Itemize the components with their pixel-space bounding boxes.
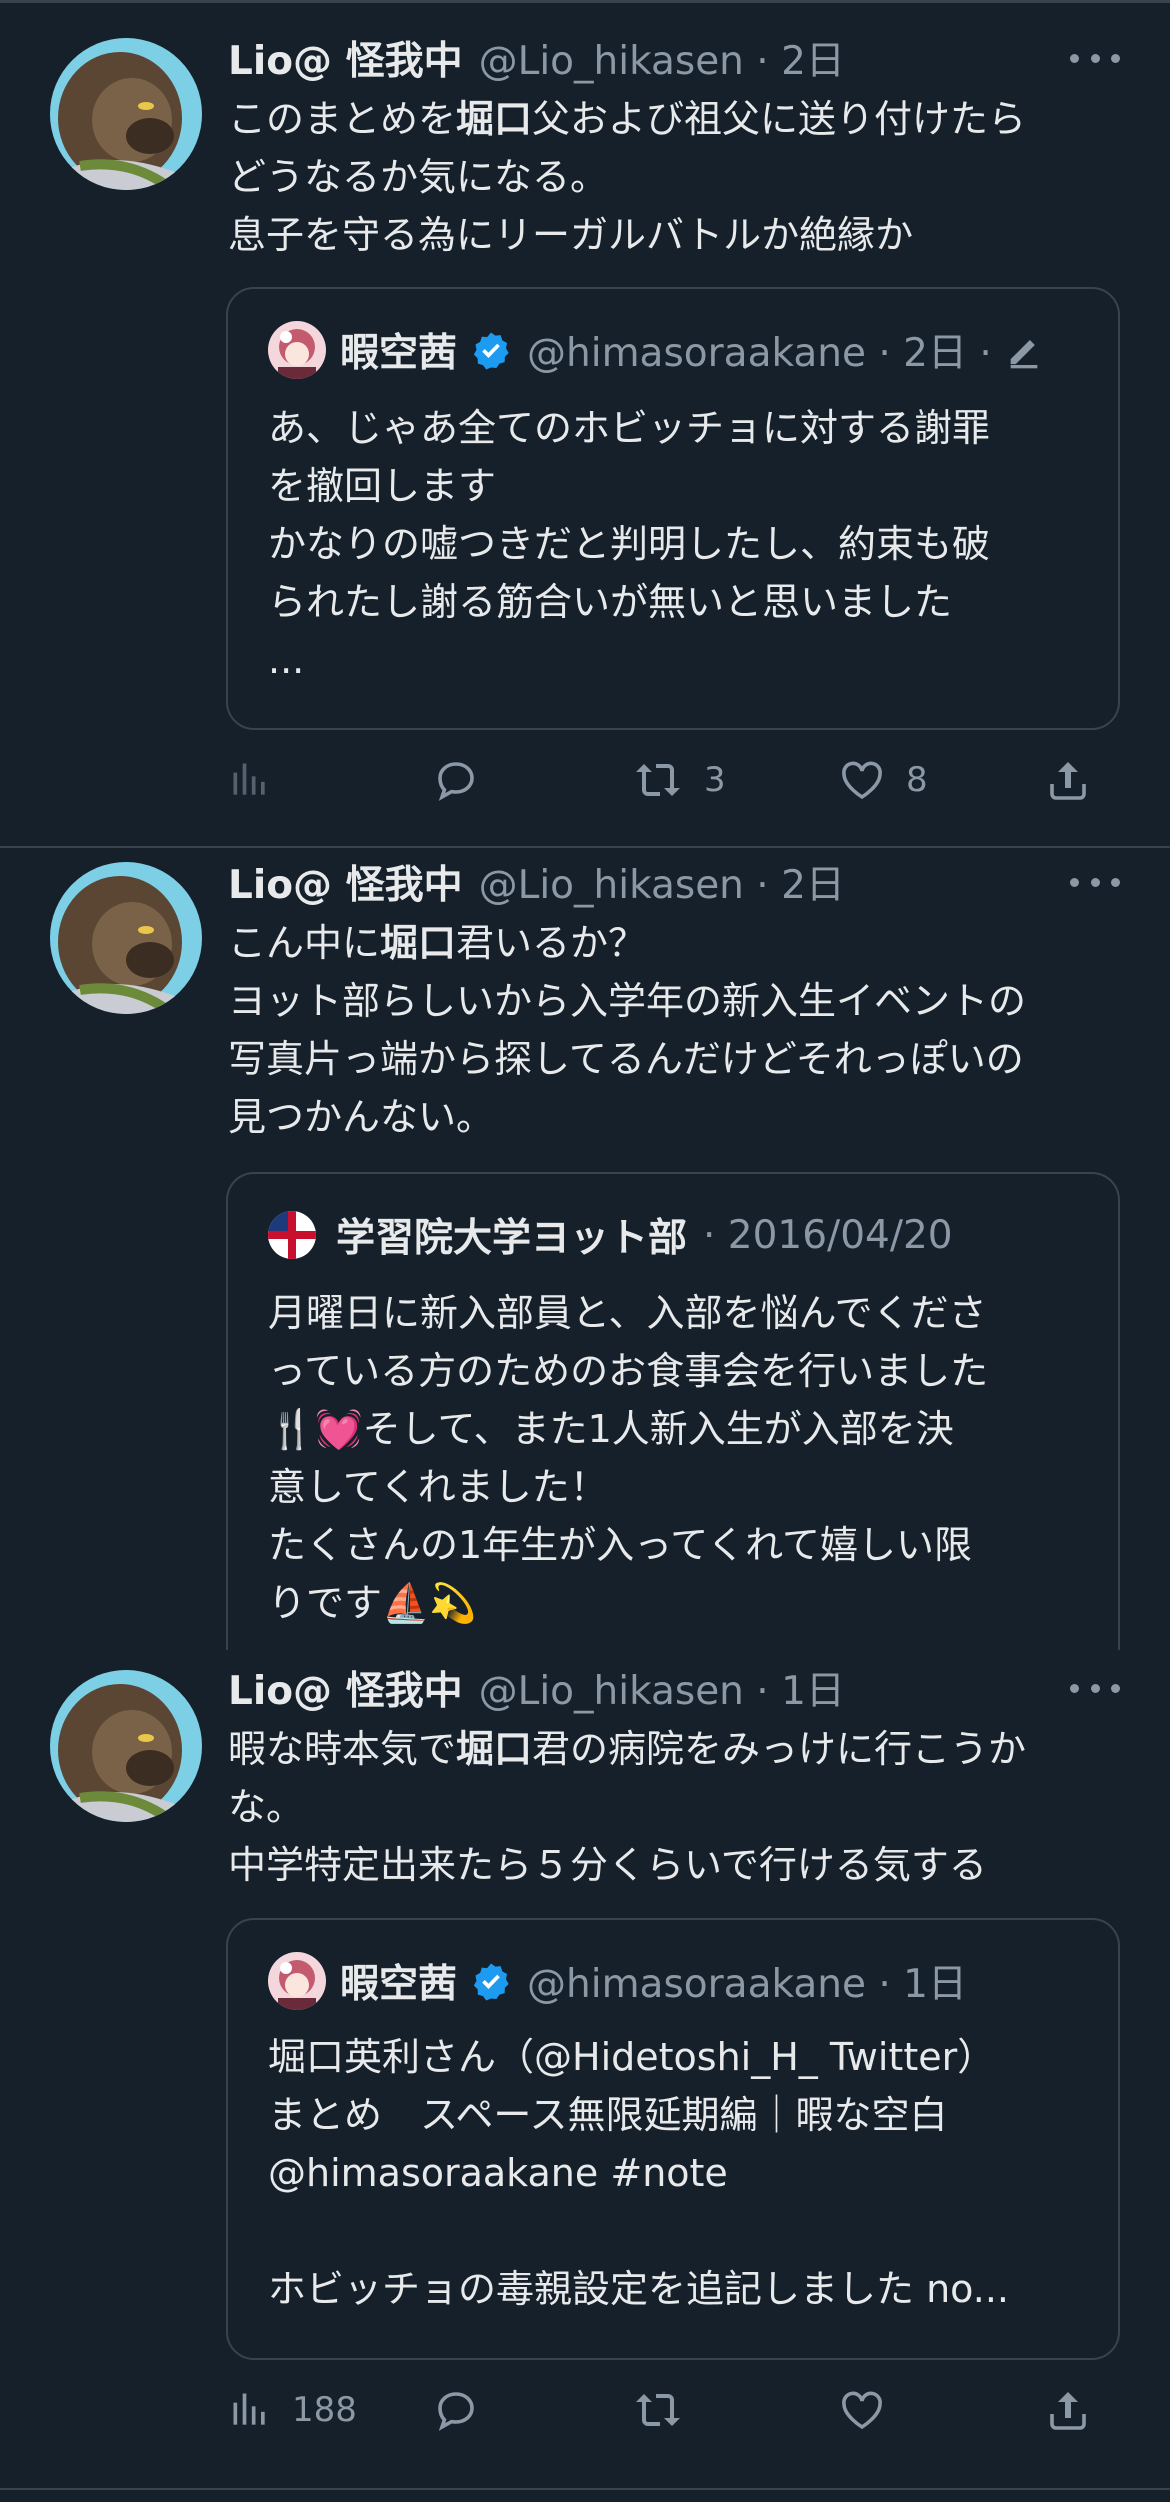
heart-icon <box>842 2391 882 2430</box>
quote-header: 暇空茜 @himasoraakane · 2日 · <box>268 319 1044 381</box>
tweet[interactable]: Lio@ 怪我中 @Lio_hikasen · 1日 暇な時本気で堀口君の病院を… <box>0 1650 1170 2502</box>
retweet-button[interactable]: 3 <box>632 750 726 810</box>
share-icon <box>1050 2392 1086 2430</box>
views-count: 188 <box>292 2390 357 2430</box>
quote-author-handle: @himasoraakane · 1日 <box>527 1962 967 2007</box>
avatar <box>268 1952 326 2010</box>
tweet-text: こん中に堀口君いるか？ ヨット部らしいから入学年の新入生イベントの 写真片っ端か… <box>228 921 1027 1139</box>
reply-icon <box>438 2392 474 2431</box>
verified-badge-icon <box>471 330 511 370</box>
quote-author-name: 暇空茜 <box>340 331 458 376</box>
avatar[interactable] <box>50 862 202 1014</box>
quoted-tweet[interactable]: 暇空茜 @himasoraakane · 2日 · あ、じゃあ全てのホビッチョに… <box>226 287 1120 730</box>
views-icon <box>233 763 265 795</box>
more-options-icon[interactable] <box>1070 48 1120 68</box>
reply-button[interactable] <box>432 750 480 810</box>
lion-avatar-image <box>50 862 202 1014</box>
share-icon <box>1050 762 1086 800</box>
avatar[interactable] <box>50 1670 202 1822</box>
flag-icon <box>268 1211 316 1259</box>
quote-author-name: 暇空茜 <box>340 1962 458 2007</box>
tweet[interactable]: Lio@ 怪我中 @Lio_hikasen · 2日 こん中に堀口君いるか？ ヨ… <box>0 848 1170 1652</box>
lion-avatar-image <box>50 38 202 190</box>
like-button[interactable] <box>838 2380 886 2440</box>
author-name[interactable]: Lio@ 怪我中 <box>228 30 463 86</box>
quoted-tweet[interactable]: 学習院大学ヨット部 · 2016/04/20 月曜日に新入部員と、入部を悩んでく… <box>226 1172 1120 1652</box>
author-handle[interactable]: @Lio_hikasen · 2日 <box>479 854 845 910</box>
tweet-header: Lio@ 怪我中 @Lio_hikasen · 2日 <box>228 28 845 88</box>
quote-date: · 2016/04/20 <box>703 1212 953 1258</box>
author-handle[interactable]: @Lio_hikasen · 1日 <box>479 1660 845 1716</box>
tweet[interactable]: Lio@ 怪我中 @Lio_hikasen · 2日 このまとめを堀口父および祖… <box>0 0 1170 846</box>
retweet-icon <box>636 2394 680 2426</box>
lion-avatar-image <box>50 1670 202 1822</box>
more-options-icon[interactable] <box>1070 872 1120 892</box>
tweet-actions: 3 8 <box>228 750 1128 810</box>
quote-text: あ、じゃあ全てのホビッチョに対する謝罪 を撤回します かなりの嘘つきだと判明した… <box>268 406 991 682</box>
tweet-text: 暇な時本気で堀口君の病院をみっけに行こうか な。 中学特定出来たら５分くらいで行… <box>228 1727 1027 1887</box>
quote-text: 堀口英利さん（@Hidetoshi_H_ Twitter） まとめ スペース無限… <box>268 2035 1009 2311</box>
quote-author-name: 学習院大学ヨット部 <box>336 1216 688 1261</box>
like-button[interactable]: 8 <box>838 750 928 810</box>
tweet-header: Lio@ 怪我中 @Lio_hikasen · 2日 <box>228 852 845 912</box>
edit-icon <box>1004 330 1044 370</box>
tweet-actions: 188 <box>228 2380 1128 2440</box>
tweet-text: このまとめを堀口父および祖父に送り付けたら どうなるか気になる。 息子を守る為に… <box>228 97 1027 257</box>
like-count: 8 <box>906 760 928 800</box>
share-button[interactable] <box>1044 750 1092 810</box>
quote-header: 学習院大学ヨット部 · 2016/04/20 <box>268 1204 953 1266</box>
share-button[interactable] <box>1044 2380 1092 2440</box>
avatar <box>268 321 326 379</box>
verified-badge-icon <box>471 1961 511 2001</box>
retweet-icon <box>636 764 680 796</box>
quote-text: 月曜日に新入部員と、入部を悩んでくださ っている方のためのお食事会を行いました … <box>268 1291 989 1625</box>
views-button[interactable] <box>228 750 292 810</box>
quoted-tweet[interactable]: 暇空茜 @himasoraakane · 1日 堀口英利さん（@Hidetosh… <box>226 1918 1120 2360</box>
tweet-divider <box>0 2488 1170 2490</box>
quote-header: 暇空茜 @himasoraakane · 1日 <box>268 1950 967 2012</box>
retweet-count: 3 <box>704 760 726 800</box>
more-options-icon[interactable] <box>1070 1678 1120 1698</box>
author-name[interactable]: Lio@ 怪我中 <box>228 854 463 910</box>
tweet-header: Lio@ 怪我中 @Lio_hikasen · 1日 <box>228 1658 845 1718</box>
avatar[interactable] <box>50 38 202 190</box>
reply-icon <box>438 762 474 801</box>
reply-button[interactable] <box>432 2380 480 2440</box>
author-name[interactable]: Lio@ 怪我中 <box>228 1660 463 1716</box>
views-icon <box>233 2393 265 2425</box>
author-handle[interactable]: @Lio_hikasen · 2日 <box>479 30 845 86</box>
heart-icon <box>842 761 882 800</box>
retweet-button[interactable] <box>632 2380 684 2440</box>
views-button[interactable]: 188 <box>228 2380 357 2440</box>
quote-author-handle: @himasoraakane · 2日 · <box>527 331 992 376</box>
